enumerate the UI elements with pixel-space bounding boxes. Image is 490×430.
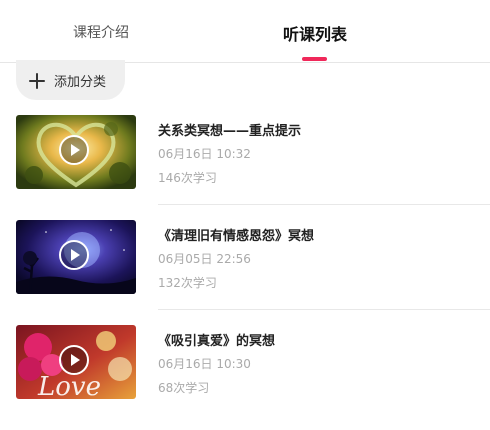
thumbnail-love-text: Love [37, 372, 101, 399]
plus-icon [29, 72, 45, 89]
tab-course-intro[interactable]: 课程介绍 [73, 22, 129, 42]
divider [158, 204, 490, 205]
lesson-study-count: 68次学习 [158, 381, 210, 395]
active-tab-indicator [302, 57, 327, 61]
add-category-button[interactable]: 添加分类 [16, 60, 125, 100]
play-icon[interactable] [59, 135, 89, 165]
lesson-item[interactable]: 《清理旧有情感恩怨》冥想 06月05日 22:56 132次学习 [16, 220, 490, 325]
lesson-date: 06月05日 22:56 [158, 252, 251, 266]
lesson-date: 06月16日 10:32 [158, 147, 251, 161]
lesson-title: 《吸引真爱》的冥想 [158, 334, 276, 349]
lesson-title: 关系类冥想——重点提示 [158, 124, 302, 139]
lesson-item[interactable]: 关系类冥想——重点提示 06月16日 10:32 146次学习 [16, 115, 490, 220]
lesson-thumbnail[interactable] [16, 220, 136, 294]
lesson-item[interactable]: Love 《吸引真爱》的冥想 06月16日 10:30 68次学习 [16, 325, 490, 430]
tab-bar: 课程介绍 听课列表 [0, 0, 490, 63]
divider [158, 309, 490, 310]
lesson-title: 《清理旧有情感恩怨》冥想 [158, 229, 315, 244]
lesson-study-count: 146次学习 [158, 171, 217, 185]
lesson-thumbnail[interactable]: Love [16, 325, 136, 399]
add-category-label: 添加分类 [54, 75, 107, 90]
play-icon[interactable] [59, 345, 89, 375]
lesson-date: 06月16日 10:30 [158, 357, 251, 371]
play-icon[interactable] [59, 240, 89, 270]
lesson-thumbnail[interactable] [16, 115, 136, 189]
tab-lesson-list[interactable]: 听课列表 [283, 21, 347, 45]
lesson-study-count: 132次学习 [158, 276, 217, 290]
